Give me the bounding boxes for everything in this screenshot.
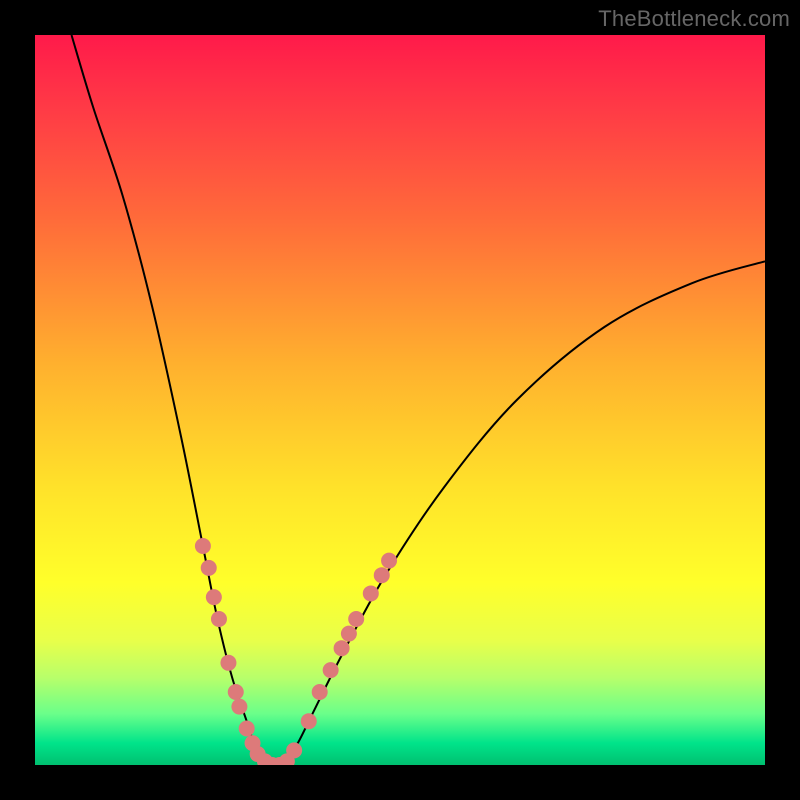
marker-dot [312, 684, 328, 700]
bottleneck-curve [72, 35, 766, 765]
marker-dot [220, 655, 236, 671]
marker-dot [201, 560, 217, 576]
marker-dot [301, 713, 317, 729]
marker-dot [348, 611, 364, 627]
marker-dot [231, 699, 247, 715]
marker-dot [341, 626, 357, 642]
marker-dot [206, 589, 222, 605]
marker-dot [239, 721, 255, 737]
marker-dot [211, 611, 227, 627]
watermark-text: TheBottleneck.com [598, 6, 790, 32]
marker-dot [381, 553, 397, 569]
marker-dot [286, 742, 302, 758]
plot-area [35, 35, 765, 765]
chart-svg [35, 35, 765, 765]
marker-dot [374, 567, 390, 583]
marker-dot [334, 640, 350, 656]
marker-dot [323, 662, 339, 678]
marker-dot [363, 585, 379, 601]
marker-dot [228, 684, 244, 700]
chart-frame: TheBottleneck.com [0, 0, 800, 800]
marker-dot [195, 538, 211, 554]
